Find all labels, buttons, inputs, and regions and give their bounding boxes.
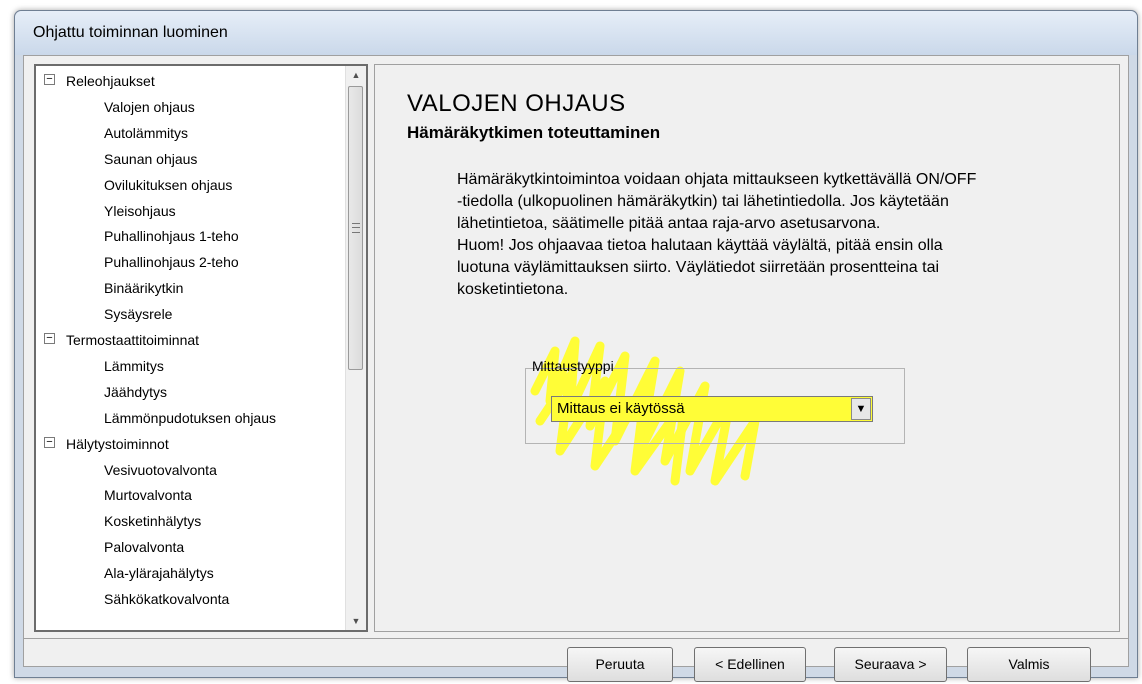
tree-group[interactable]: − Hälytystoiminnot (44, 431, 169, 457)
scroll-down-icon[interactable]: ▼ (346, 612, 366, 630)
tree-group-label: Termostaattitoiminnat (66, 332, 200, 348)
function-tree[interactable]: − Releohjaukset Valojen ohjaus Autolämmitys… (34, 64, 368, 632)
tree-group[interactable]: − Termostaattitoiminnat (44, 327, 199, 353)
description-line: -tiedolla (ulkopuolinen hämäräkytkin) ta… (457, 193, 949, 210)
back-button[interactable]: < Edellinen (694, 647, 806, 682)
tree-scrollbar[interactable]: ▲ ▼ (345, 66, 366, 630)
content-panel: VALOJEN OHJAUS Hämäräkytkimen toteuttami… (374, 64, 1120, 632)
measurement-type-label: Mittaustyyppi (532, 358, 614, 374)
tree-item[interactable]: Ovilukituksen ohjaus (104, 172, 232, 198)
title-bar[interactable]: Ohjattu toiminnan luominen (15, 11, 1137, 55)
measurement-type-select[interactable]: Mittaus ei käytössä ▼ (551, 396, 873, 422)
tree-item[interactable]: Ala-ylärajahälytys (104, 560, 214, 586)
tree-item[interactable]: Puhallinohjaus 1-teho (104, 223, 239, 249)
dialog-client-area: − Releohjaukset Valojen ohjaus Autolämmitys… (23, 55, 1129, 682)
tree-item[interactable]: Vesivuotovalvonta (104, 457, 217, 483)
page-title: VALOJEN OHJAUS (407, 90, 626, 117)
tree-item[interactable]: Yleisohjaus (104, 198, 176, 224)
footer-divider (24, 638, 1128, 639)
scroll-thumb[interactable] (348, 86, 363, 370)
tree-group-label: Releohjaukset (66, 73, 155, 89)
description-line: kosketintietona. (457, 281, 569, 298)
tree-item[interactable]: Binäärikytkin (104, 275, 183, 301)
measurement-type-value: Mittaus ei käytössä (557, 400, 685, 417)
tree-item[interactable]: Palovalvonta (104, 534, 184, 560)
collapse-icon[interactable]: − (44, 333, 55, 344)
finish-button[interactable]: Valmis (967, 647, 1091, 682)
tree-item[interactable]: Lämmitys (104, 353, 164, 379)
tree-item[interactable]: Jäähdytys (104, 379, 167, 405)
chevron-down-icon[interactable]: ▼ (851, 398, 871, 420)
tree-item[interactable]: Murtovalvonta (104, 482, 192, 508)
grip-icon (352, 223, 360, 233)
next-button[interactable]: Seuraava > (834, 647, 947, 682)
tree-group[interactable]: − Releohjaukset (44, 68, 155, 94)
window-title: Ohjattu toiminnan luominen (33, 24, 228, 41)
tree-item[interactable]: Lämmönpudotuksen ohjaus (104, 405, 276, 431)
tree-group-label: Hälytystoiminnot (66, 435, 169, 452)
tree-item[interactable]: Sysäysrele (104, 301, 172, 327)
tree-item[interactable]: Kosketinhälytys (104, 508, 201, 534)
description-line: lähetintietoa, säätimelle pitää antaa ra… (457, 215, 881, 232)
tree-item[interactable]: Saunan ohjaus (104, 146, 197, 172)
dialog-window: Ohjattu toiminnan luominen − Releohjaukse… (14, 10, 1138, 682)
page-subtitle: Hämäräkytkimen toteuttaminen (407, 123, 661, 142)
scroll-up-icon[interactable]: ▲ (346, 66, 366, 84)
description-text: Hämäräkytkintoimintoa voidaan ohjata mit… (457, 169, 1097, 301)
tree-item[interactable]: Autolämmitys (104, 120, 188, 146)
tree-item[interactable]: Puhallinohjaus 2-teho (104, 249, 239, 275)
cancel-button[interactable]: Peruuta (567, 647, 673, 682)
collapse-icon[interactable]: − (44, 74, 55, 85)
tree-item[interactable]: Valojen ohjaus (104, 94, 195, 120)
description-line: luotuna väylämittauksen siirto. Väylätie… (457, 259, 940, 276)
description-line: Huom! Jos ohjaavaa tietoa halutaan käytt… (457, 237, 943, 254)
description-line: Hämäräkytkintoimintoa voidaan ohjata mit… (457, 171, 977, 188)
collapse-icon[interactable]: − (44, 436, 55, 448)
tree-item[interactable]: Sähkökatkovalvonta (104, 586, 229, 612)
